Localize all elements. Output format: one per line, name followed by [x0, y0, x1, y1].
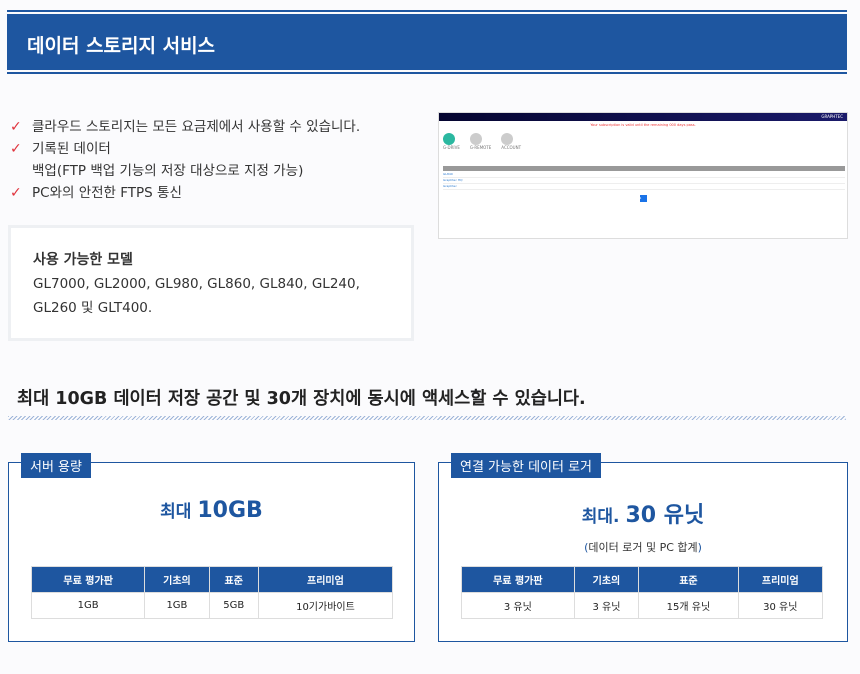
feature-subtext: 백업(FTP 백업 기능의 저장 대상으로 지정 가능) — [32, 163, 304, 179]
cell: 3 유닛 — [573, 592, 640, 619]
feature-text: 클라우드 스토리지는 모든 요금제에서 사용할 수 있습니다. — [32, 119, 361, 135]
feature-list: ✓ 클라우드 스토리지는 모든 요금제에서 사용할 수 있습니다. ✓ 기록된 데이… — [10, 116, 360, 204]
server-max: 최대 10GB — [9, 497, 414, 523]
max-value: 30 유닛 — [625, 503, 705, 528]
max-value: 10GB — [197, 498, 263, 523]
feature-text: PC와의 안전한 FTPS 통신 — [32, 185, 182, 201]
max-prefix: 최대 — [160, 502, 198, 522]
models-list: GL7000, GL2000, GL980, GL860, GL840, GL2… — [33, 276, 360, 316]
col-header: 프리미엄 — [737, 566, 824, 593]
user-icon: ACCOUNT — [501, 133, 521, 150]
screenshot-page: 1 — [639, 194, 647, 202]
col-header: 기초의 — [144, 566, 210, 593]
screenshot-table: GL840 Graphtec HQ Graphtec — [443, 166, 845, 190]
max-prefix: 최대. — [581, 507, 626, 527]
feature-item: ✓ 클라우드 스토리지는 모든 요금제에서 사용할 수 있습니다. — [10, 116, 360, 138]
loggers-table: 무료 평가판 기초의 표준 프리미엄 3 유닛 3 유닛 15개 유닛 30 유닛 — [461, 566, 824, 619]
globe-icon: G-REMOTE — [469, 133, 492, 150]
col-header: 무료 평가판 — [461, 566, 575, 593]
divider — [8, 416, 846, 420]
check-icon: ✓ — [10, 141, 22, 157]
models-box: 사용 가능한 모델 GL7000, GL2000, GL980, GL860, … — [8, 225, 414, 341]
cloud-icon: G-DRIVE — [443, 133, 460, 150]
screenshot-tab: ACCOUNT — [501, 145, 522, 150]
cell: 5GB — [208, 592, 259, 619]
page-header: 데이터 스토리지 서비스 — [7, 10, 847, 74]
col-header: 기초의 — [573, 566, 640, 593]
server-tag: 서버 용량 — [21, 453, 91, 478]
screenshot-tab: G-DRIVE — [443, 145, 460, 150]
loggers-tag: 연결 가능한 데이터 로거 — [451, 453, 601, 478]
loggers-note: (데이터 로거 및 PC 합계) — [439, 539, 847, 555]
cell: 1GB — [144, 592, 210, 619]
screenshot-tab: G-REMOTE — [469, 145, 492, 150]
cell: 3 유닛 — [461, 592, 575, 619]
check-icon: ✓ — [10, 119, 22, 135]
col-header: 표준 — [208, 566, 259, 593]
server-table: 무료 평가판 기초의 표준 프리미엄 1GB 1GB 5GB 10기가바이트 — [30, 566, 394, 619]
loggers-max: 최대. 30 유닛 — [439, 497, 847, 529]
feature-item: ✓ PC와의 안전한 FTPS 통신 — [10, 182, 360, 204]
cell: 15개 유닛 — [638, 592, 739, 619]
cell: 1GB — [30, 592, 146, 619]
feature-item: ✓ 기록된 데이터 — [10, 138, 360, 160]
models-title: 사용 가능한 모델 — [33, 252, 133, 268]
feature-text: 기록된 데이터 — [32, 141, 111, 157]
col-header: 표준 — [638, 566, 739, 593]
page-number: 1 — [639, 195, 642, 200]
cell: 10기가바이트 — [257, 592, 394, 619]
loggers-box: 연결 가능한 데이터 로거 최대. 30 유닛 (데이터 로거 및 PC 합계)… — [438, 453, 848, 642]
headline: 최대 10GB 데이터 저장 공간 및 30개 장치에 동시에 액세스할 수 있… — [17, 389, 586, 409]
note-text: 데이터 로거 및 PC 합계 — [588, 541, 698, 554]
check-icon: ✓ — [10, 185, 22, 201]
screenshot-row: Graphtec — [443, 183, 845, 190]
app-screenshot: GRAPHTEC Your subscription is valid unti… — [438, 112, 848, 239]
page-title: 데이터 스토리지 서비스 — [7, 14, 847, 70]
cell: 30 유닛 — [737, 592, 824, 619]
paren: ) — [697, 541, 702, 554]
screenshot-brand: GRAPHTEC — [439, 113, 847, 121]
server-capacity-box: 서버 용량 최대 10GB 무료 평가판 기초의 표준 프리미엄 1GB 1GB 5GB 1… — [8, 453, 415, 642]
col-header: 무료 평가판 — [30, 566, 146, 593]
col-header: 프리미엄 — [257, 566, 394, 593]
